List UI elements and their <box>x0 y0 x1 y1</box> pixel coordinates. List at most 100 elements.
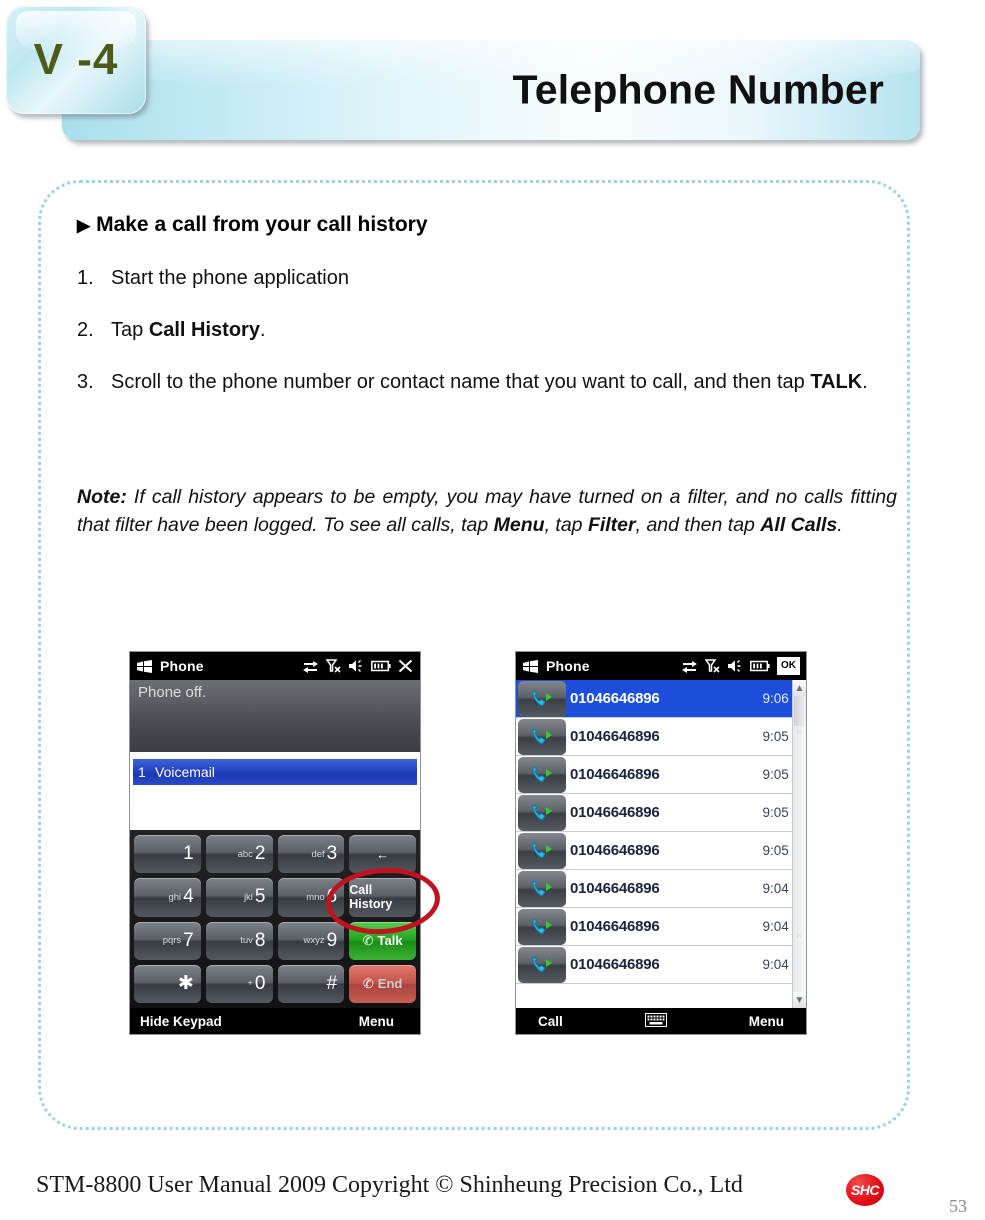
key-digit: 2 <box>254 843 266 865</box>
dialpad-key-9[interactable]: wxyz 9 <box>277 921 345 960</box>
key-letters: tuv <box>240 935 253 947</box>
step-item: 1. Start the phone application <box>77 265 877 292</box>
footer-copyright: STM-8800 User Manual 2009 Copyright © Sh… <box>36 1172 743 1198</box>
shc-logo-text: SHC <box>850 1182 880 1198</box>
outgoing-call-icon <box>518 870 566 907</box>
outgoing-call-icon <box>518 794 566 831</box>
page-footer: STM-8800 User Manual 2009 Copyright © Sh… <box>0 1160 985 1220</box>
section-heading-text: Make a call from your call history <box>96 213 428 236</box>
call-history-row[interactable]: 01046646896 9:05 p <box>516 718 806 756</box>
speed-dial-row-voicemail[interactable]: 1 Voicemail <box>133 759 417 785</box>
call-number: 01046646896 <box>570 766 660 783</box>
step-text-pre: Scroll to the phone number or contact na… <box>111 371 811 393</box>
call-history-label: Call History <box>349 883 393 912</box>
dialpad-key-7[interactable]: pqrs 7 <box>134 921 201 960</box>
call-history-row[interactable]: 01046646896 9:05 p <box>516 756 806 794</box>
key-letters: wxyz <box>303 935 325 947</box>
dialpad-key-6[interactable]: mno 6 <box>277 878 345 917</box>
softkey-menu[interactable]: Menu <box>749 1014 784 1029</box>
step-text: Scroll to the phone number or contact na… <box>111 369 877 396</box>
call-history-row[interactable]: 01046646896 9:04 p <box>516 946 806 984</box>
scrollbar-thumb[interactable] <box>794 696 806 726</box>
dialpad-key-2[interactable]: abc 2 <box>205 835 273 874</box>
step-item: 3. Scroll to the phone number or contact… <box>77 369 877 396</box>
note-bold-all-calls: All Calls <box>760 514 838 537</box>
dialpad-key-0[interactable]: +0 <box>205 964 273 1003</box>
step-number: 3. <box>77 371 94 393</box>
start-logo-icon <box>136 659 153 673</box>
key-letters: pqrs <box>162 935 182 947</box>
outgoing-call-icon <box>518 718 566 755</box>
right-titlebar-app-name: Phone <box>546 658 590 674</box>
call-number: 01046646896 <box>570 918 660 935</box>
phone-handset-icon: ✆ <box>362 932 374 948</box>
note-paragraph: Note: If call history appears to be empt… <box>77 483 897 540</box>
key-digit: 9 <box>326 929 338 951</box>
step-text: Start the phone application <box>111 267 349 289</box>
key-digit: 4 <box>183 886 194 908</box>
screenshot-call-history: Phone OK 01046646896 9:06 p 01046646896 … <box>515 651 807 1035</box>
phone-status-text: Phone off. <box>138 684 207 701</box>
key-letters: jkl <box>243 891 253 903</box>
call-number: 01046646896 <box>570 880 660 897</box>
close-icon <box>398 659 413 673</box>
scroll-down-arrow-icon[interactable]: ▼ <box>793 992 806 1008</box>
header-title-bar: Telephone Number <box>62 40 920 140</box>
page-title: Telephone Number <box>512 66 884 113</box>
call-history-row[interactable]: 01046646896 9:05 p <box>516 794 806 832</box>
keyboard-icon[interactable] <box>644 1012 667 1030</box>
speed-dial-label: Voicemail <box>155 764 215 780</box>
step-text: Tap Call History. <box>111 317 877 344</box>
dialpad-key-4[interactable]: ghi 4 <box>134 878 201 917</box>
key-letters: + <box>247 978 253 990</box>
scrollbar-grip-icon: ⁙ <box>796 729 803 736</box>
dialpad-key-8[interactable]: tuv 8 <box>205 921 273 960</box>
dialpad-key-end[interactable]: ✆ End <box>349 964 416 1003</box>
call-number: 01046646896 <box>570 842 660 859</box>
no-signal-icon <box>705 659 720 673</box>
dialpad: 1 abc 2 def 3 ← ghi 4 jkl 5 mno 6 Call Histor… <box>130 830 420 1008</box>
call-history-row[interactable]: 01046646896 9:04 p <box>516 908 806 946</box>
call-history-row[interactable]: 01046646896 9:04 p <box>516 870 806 908</box>
ok-button[interactable]: OK <box>777 657 800 675</box>
step-text-bold: Call History <box>148 319 260 341</box>
dialpad-key-talk[interactable]: ✆ Talk <box>349 921 416 960</box>
key-digit: 8 <box>254 929 266 951</box>
note-bold-filter: Filter <box>587 514 636 537</box>
scrollbar[interactable]: ▲ ⁙ ⁙ ▼ <box>792 680 806 1008</box>
call-number: 01046646896 <box>570 690 660 707</box>
call-history-row[interactable]: 01046646896 9:06 p <box>516 680 806 718</box>
softkey-call[interactable]: Call <box>538 1014 563 1029</box>
dialpad-key-call-history[interactable]: Call History <box>349 878 416 917</box>
note-part-2: , tap <box>544 514 588 537</box>
section-heading: ▶ Make a call from your call history <box>77 213 428 237</box>
screenshot-phone-dialer: Phone Phone off. 1 Voicemail 1 abc 2 def… <box>129 651 443 1035</box>
left-titlebar-app-name: Phone <box>160 658 204 674</box>
scroll-up-arrow-icon[interactable]: ▲ <box>793 680 806 696</box>
start-logo-icon <box>522 659 539 673</box>
speed-dial-list: 1 Voicemail <box>130 752 420 830</box>
step-text-pre: Tap <box>111 319 149 341</box>
speaker-icon <box>728 660 741 672</box>
call-history-row[interactable]: 01046646896 9:05 p <box>516 832 806 870</box>
dialpad-key-3[interactable]: def 3 <box>277 835 345 874</box>
backspace-icon: ← <box>376 846 390 862</box>
dialpad-key-5[interactable]: jkl 5 <box>205 878 273 917</box>
dialpad-key-backspace[interactable]: ← <box>349 835 416 874</box>
outgoing-call-icon <box>518 908 566 945</box>
left-titlebar: Phone <box>130 652 420 680</box>
softkey-hide-keypad[interactable]: Hide Keypad <box>130 1014 222 1029</box>
dialpad-key-1[interactable]: 1 <box>134 835 201 874</box>
softkey-menu[interactable]: Menu <box>359 1014 420 1029</box>
key-digit: ✱ <box>177 973 194 995</box>
outgoing-call-icon <box>518 756 566 793</box>
call-number: 01046646896 <box>570 804 660 821</box>
key-letters: def <box>311 848 325 860</box>
chapter-badge-label: V -4 <box>33 35 119 84</box>
dialpad-key-star[interactable]: ✱ <box>134 964 201 1003</box>
outgoing-call-icon <box>518 680 566 717</box>
key-digit: 5 <box>254 886 266 908</box>
end-label: End <box>377 976 403 992</box>
dialpad-key-hash[interactable]: # <box>277 964 345 1003</box>
call-history-list[interactable]: 01046646896 9:06 p 01046646896 9:05 p 01… <box>516 680 806 1008</box>
